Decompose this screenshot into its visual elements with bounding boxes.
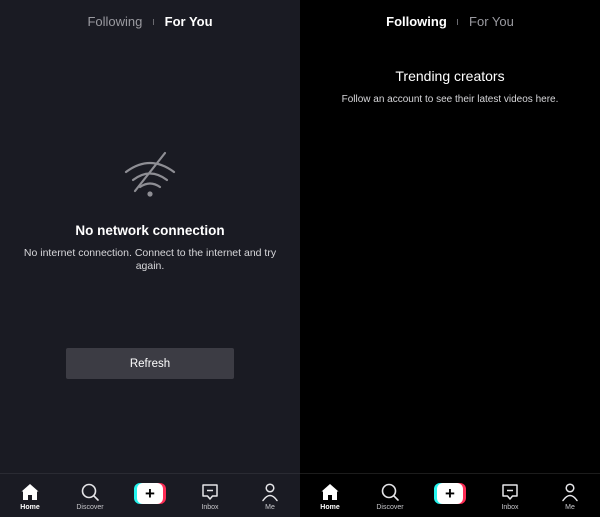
nav-discover[interactable]: Discover bbox=[360, 474, 420, 517]
inbox-icon bbox=[202, 484, 218, 500]
nav-home[interactable]: Home bbox=[300, 474, 360, 517]
nav-discover-label: Discover bbox=[76, 504, 104, 511]
search-icon bbox=[381, 483, 399, 501]
tab-for-you[interactable]: For You bbox=[469, 14, 514, 29]
nav-home[interactable]: Home bbox=[0, 474, 60, 517]
nav-create[interactable]: + bbox=[120, 474, 180, 517]
nav-me[interactable]: Me bbox=[240, 474, 300, 517]
wifi-off-icon bbox=[124, 151, 176, 197]
nav-me-label: Me bbox=[565, 504, 575, 511]
tab-following[interactable]: Following bbox=[386, 14, 447, 29]
trending-subheading: Follow an account to see their latest vi… bbox=[341, 94, 559, 105]
error-message: No internet connection. Connect to the i… bbox=[23, 247, 277, 272]
top-tabs: Following For You bbox=[0, 13, 300, 29]
nav-inbox-label: Inbox bbox=[201, 504, 219, 511]
top-tabs: Following For You bbox=[300, 13, 600, 29]
tab-divider bbox=[153, 18, 154, 25]
create-button[interactable]: + bbox=[434, 483, 466, 504]
tab-for-you[interactable]: For You bbox=[165, 14, 213, 29]
create-plus-icon: + bbox=[437, 483, 463, 504]
nav-discover-label: Discover bbox=[376, 504, 404, 511]
nav-inbox-label: Inbox bbox=[501, 504, 519, 511]
home-icon bbox=[21, 484, 39, 500]
profile-icon bbox=[562, 483, 578, 502]
bottom-nav: Home Discover + Inbox Me bbox=[0, 473, 300, 517]
home-icon bbox=[321, 484, 339, 500]
inbox-icon bbox=[502, 484, 518, 500]
create-plus-icon: + bbox=[137, 483, 163, 504]
tab-following[interactable]: Following bbox=[87, 14, 142, 29]
error-title: No network connection bbox=[75, 223, 225, 238]
nav-me[interactable]: Me bbox=[540, 474, 600, 517]
nav-discover[interactable]: Discover bbox=[60, 474, 120, 517]
nav-inbox[interactable]: Inbox bbox=[180, 474, 240, 517]
nav-home-label: Home bbox=[320, 504, 340, 511]
nav-me-label: Me bbox=[265, 504, 275, 511]
create-button[interactable]: + bbox=[134, 483, 166, 504]
tab-divider bbox=[457, 18, 459, 25]
following-screen: Following For You Trending creators Foll… bbox=[300, 0, 600, 517]
refresh-button[interactable]: Refresh bbox=[66, 348, 234, 379]
search-icon bbox=[81, 483, 99, 501]
profile-icon bbox=[262, 483, 278, 502]
for-you-screen: Following For You No network connection … bbox=[0, 0, 300, 517]
nav-home-label: Home bbox=[20, 504, 40, 511]
nav-inbox[interactable]: Inbox bbox=[480, 474, 540, 517]
trending-heading: Trending creators bbox=[395, 68, 505, 84]
bottom-nav: Home Discover + Inbox Me bbox=[300, 473, 600, 517]
nav-create[interactable]: + bbox=[420, 474, 480, 517]
